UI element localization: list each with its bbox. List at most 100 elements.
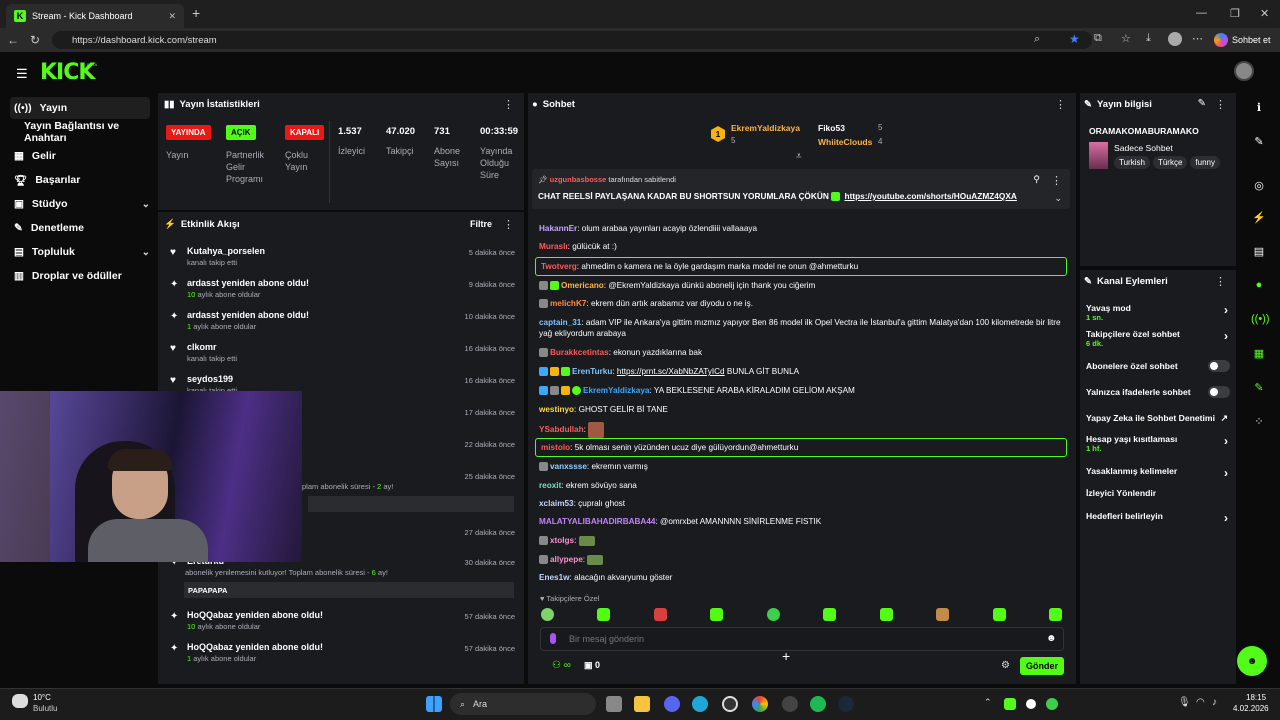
support-button[interactable]: ☻ xyxy=(1237,646,1267,676)
tag[interactable]: funny xyxy=(1190,156,1220,169)
chat-user[interactable]: vanxssse xyxy=(550,462,587,471)
chat-user[interactable]: mistolo xyxy=(541,443,570,452)
chat-icon[interactable]: ● xyxy=(1251,279,1267,291)
chat-link[interactable]: https://prnt.sc/XabNbZATyICd xyxy=(617,367,725,376)
back-icon[interactable]: ← xyxy=(2,33,24,47)
hamburger-menu-icon[interactable]: ☰ xyxy=(16,66,28,82)
collapse-icon[interactable]: ⩡ xyxy=(796,151,802,162)
points-icon[interactable]: ⚇ ∞ xyxy=(552,660,571,671)
weather-desc[interactable]: Bulutlu xyxy=(33,704,57,713)
discord-icon[interactable] xyxy=(664,696,680,712)
obs-icon[interactable] xyxy=(722,696,738,712)
chat-user[interactable]: Twotverg xyxy=(541,262,577,271)
sidebar-item-basarilar[interactable]: 🏆︎ Başarılar xyxy=(10,169,150,191)
profile-icon[interactable] xyxy=(1168,32,1182,46)
sidebar-item-studyo[interactable]: ▣ Stüdyo ⌄ xyxy=(10,193,150,215)
wrench-icon[interactable]: ✎ xyxy=(1251,381,1267,394)
clock-date[interactable]: 4.02.2026 xyxy=(1233,704,1269,713)
filter-button[interactable]: Filtre xyxy=(470,219,492,229)
chat-user[interactable]: xclaim53 xyxy=(539,499,574,508)
weather-temp[interactable]: 10°C xyxy=(33,693,51,702)
browser-tab[interactable]: K Stream - Kick Dashboard ✕ xyxy=(6,4,184,28)
info-icon[interactable]: ℹ xyxy=(1251,101,1267,114)
tag[interactable]: Turkish xyxy=(1114,156,1150,169)
tray-chevron-icon[interactable]: ⌃ xyxy=(984,697,992,708)
emote-icon[interactable] xyxy=(597,608,610,621)
chat-user[interactable]: melichK7 xyxy=(550,299,586,308)
emote-icon[interactable] xyxy=(993,608,1006,621)
emote-icon[interactable] xyxy=(767,608,780,621)
chat-user[interactable]: captain_31 xyxy=(539,318,581,327)
points-counter[interactable]: ▣ 0 xyxy=(584,660,600,671)
notes-icon[interactable]: ▤ xyxy=(1251,245,1267,258)
menu-dots-icon[interactable]: ⋯ xyxy=(1192,32,1203,45)
action-account-age[interactable]: Hesap yaşı kısıtlaması 1 hf. › xyxy=(1086,434,1228,453)
emote-icon[interactable] xyxy=(654,608,667,621)
unpin-icon[interactable]: ⚲ xyxy=(1033,174,1040,185)
chat-user[interactable]: YSabdullah xyxy=(539,425,584,434)
chrome-icon[interactable] xyxy=(752,696,768,712)
emoji-picker-icon[interactable]: ☻ xyxy=(1046,633,1057,644)
wifi-icon[interactable]: ◠ xyxy=(1196,697,1205,708)
pinned-link[interactable]: https://youtube.com/shorts/HOuAZMZ4QXA xyxy=(845,191,1017,201)
kebab-menu-icon[interactable]: ⋮ xyxy=(503,98,514,111)
kebab-menu-icon[interactable]: ⋮ xyxy=(1055,98,1066,111)
chat-user[interactable]: xtolgs xyxy=(550,536,574,545)
chat-settings-icon[interactable]: ⚙ xyxy=(1001,660,1010,671)
grid-icon[interactable]: ⁘ xyxy=(1251,415,1267,428)
emote-only-toggle[interactable] xyxy=(1208,386,1230,398)
steam-icon[interactable] xyxy=(838,696,854,712)
kebab-menu-icon[interactable]: ⋮ xyxy=(503,218,514,231)
chat-user[interactable]: allypepe xyxy=(550,555,583,564)
action-goals[interactable]: Hedefleri belirleyin › xyxy=(1086,511,1228,525)
action-host[interactable]: İzleyici Yönlendir xyxy=(1086,488,1228,498)
favorite-star-icon[interactable]: ★ xyxy=(1069,32,1080,46)
kebab-menu-icon[interactable]: ⋮ xyxy=(1215,98,1226,111)
camera-icon[interactable]: ◎ xyxy=(1251,179,1267,192)
subs-only-toggle[interactable] xyxy=(1208,360,1230,372)
extensions-icon[interactable]: ⧉ xyxy=(1094,32,1102,45)
kebab-menu-icon[interactable]: ⋮ xyxy=(1051,174,1062,187)
chat-input[interactable]: Bir mesaj gönderin xyxy=(540,627,1064,651)
edge-icon[interactable] xyxy=(692,696,708,712)
volume-icon[interactable]: ♪ xyxy=(1212,697,1217,708)
chat-user[interactable]: ErenTurku xyxy=(572,367,612,376)
expand-chevron-icon[interactable]: ⌄ xyxy=(1054,193,1062,204)
tray-app-icon[interactable] xyxy=(1046,698,1058,710)
zoom-icon[interactable]: ⌕ xyxy=(1034,33,1040,46)
pinned-by-user[interactable]: uzgunbasbosse xyxy=(550,175,607,184)
maximize-icon[interactable]: ❐ xyxy=(1230,7,1240,20)
chat-user[interactable]: Omericano xyxy=(561,281,604,290)
chat-user[interactable]: Muraslı xyxy=(539,242,568,251)
chat-user[interactable]: EkremYaldizkaya xyxy=(583,386,649,395)
action-banned-words[interactable]: Yasaklanmış kelimeler › xyxy=(1086,466,1228,480)
microphone-icon[interactable]: 🎙︎ xyxy=(1178,697,1191,708)
sidebar-item-droplar[interactable]: ▥ Droplar ve ödüller xyxy=(10,265,150,287)
favorites-icon[interactable]: ☆ xyxy=(1121,32,1131,45)
windows-start-icon[interactable] xyxy=(426,696,442,712)
task-view-icon[interactable] xyxy=(606,696,622,712)
tray-app-icon[interactable] xyxy=(1004,698,1016,710)
sidebar-item-denetleme[interactable]: ✎ Denetleme xyxy=(10,217,150,239)
emote-icon[interactable] xyxy=(710,608,723,621)
spotify-icon[interactable] xyxy=(810,696,826,712)
bolt-icon[interactable]: ⚡ xyxy=(1251,211,1267,224)
mic-icon[interactable] xyxy=(550,633,556,644)
downloads-icon[interactable]: ⤓ xyxy=(1146,32,1151,45)
sidebar-item-yayin[interactable]: ((•)) Yayın xyxy=(10,97,150,119)
emote-icon[interactable] xyxy=(1049,608,1062,621)
close-tab-icon[interactable]: ✕ xyxy=(168,11,176,22)
chat-user[interactable]: Burakkcetintas xyxy=(550,348,609,357)
app-icon[interactable] xyxy=(782,696,798,712)
sidebar-item-gelir[interactable]: ▦ Gelir xyxy=(10,145,150,167)
tray-app-icon[interactable] xyxy=(1026,699,1036,709)
action-ai-moderation[interactable]: Yapay Zeka ile Sohbet Denetimi ↗ xyxy=(1086,413,1228,423)
stats-icon[interactable]: ▦ xyxy=(1251,347,1267,360)
category-name[interactable]: Sadece Sohbet xyxy=(1114,143,1173,153)
sidebar-item-topluluk[interactable]: ▤ Topluluk ⌄ xyxy=(10,241,150,263)
emote-icon[interactable] xyxy=(541,608,554,621)
user-avatar[interactable] xyxy=(1234,61,1254,81)
category-thumbnail[interactable] xyxy=(1089,142,1108,169)
edit-icon[interactable]: ✎ xyxy=(1198,98,1206,109)
taskbar-search[interactable]: ⌕ Ara xyxy=(450,693,596,715)
